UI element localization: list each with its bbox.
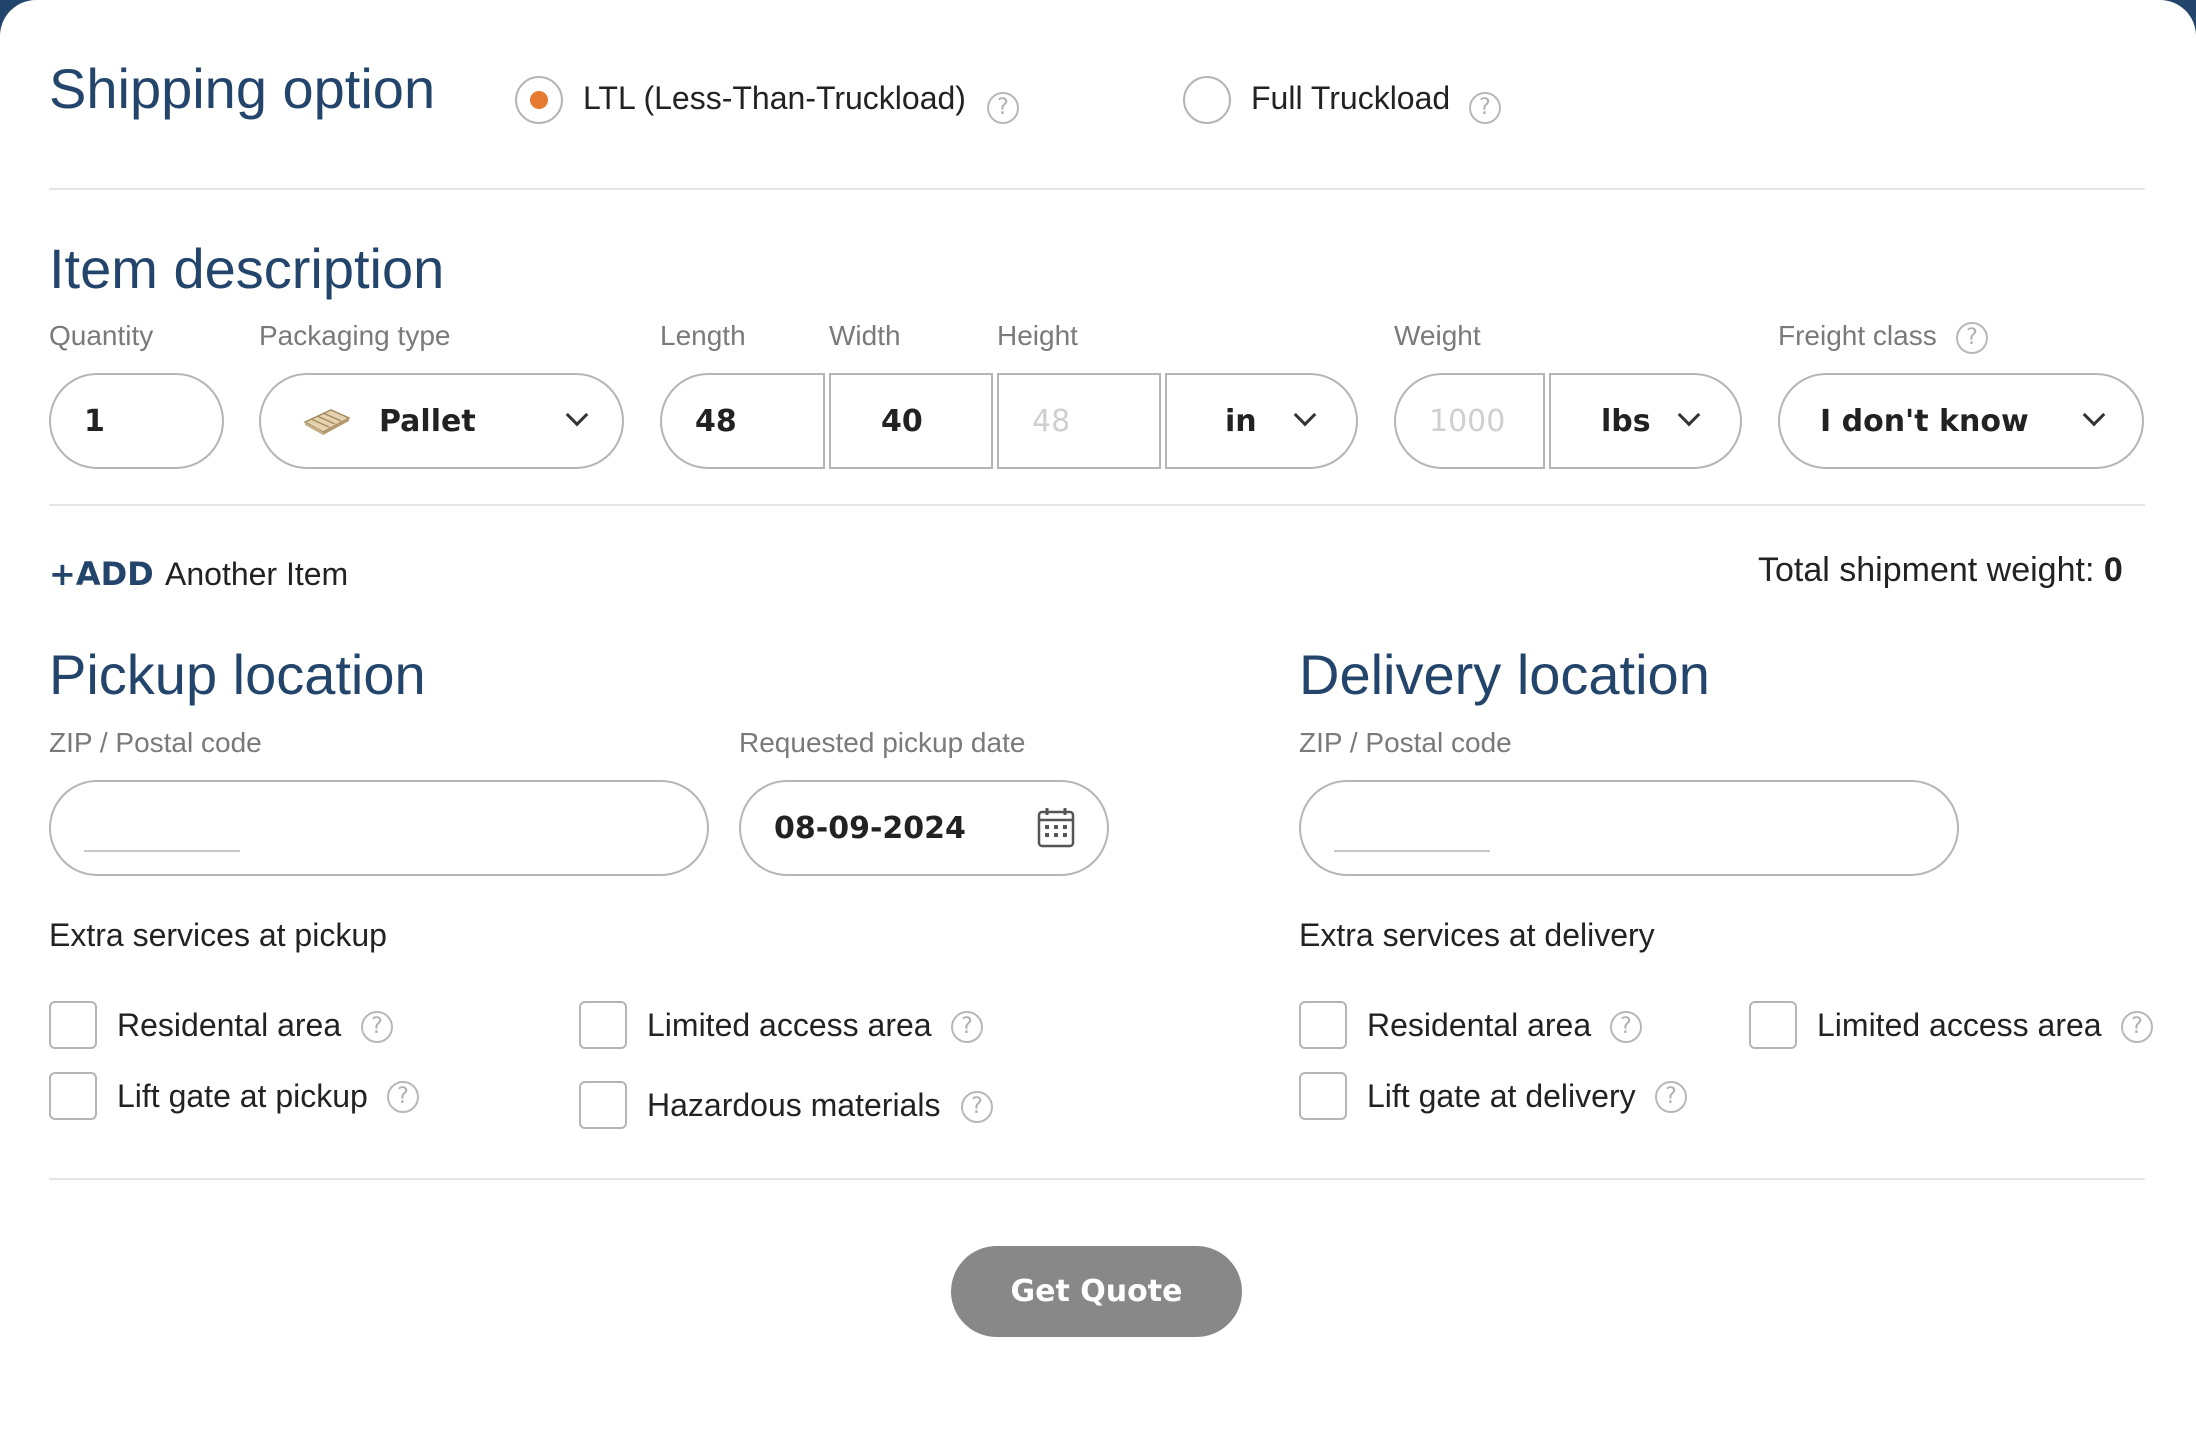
weight-input[interactable]: 1000: [1394, 373, 1545, 469]
radio-selected-dot: [530, 91, 548, 109]
height-input[interactable]: 48: [997, 373, 1161, 469]
chevron-down-icon: [1293, 403, 1317, 427]
freight-class-select[interactable]: I don't know: [1778, 373, 2144, 469]
pickup-date-input[interactable]: 08-09-2024: [739, 780, 1109, 876]
add-item-text[interactable]: Another Item: [165, 558, 348, 590]
radio-full-truckload-label: Full Truckload: [1251, 80, 1451, 116]
pickup-hazardous-label: Hazardous materials: [647, 1087, 941, 1123]
input-underline: [1334, 850, 1490, 852]
checkbox-pickup-lift-gate[interactable]: [49, 1072, 97, 1120]
pickup-residental-label: Residental area: [117, 1007, 342, 1043]
length-label: Length: [660, 320, 746, 351]
pickup-lift-gate-label: Lift gate at pickup: [117, 1078, 368, 1114]
help-icon[interactable]: ?: [361, 1011, 393, 1043]
checkbox-delivery-residental[interactable]: [1299, 1001, 1347, 1049]
total-shipment-weight: Total shipment weight: 0: [1758, 553, 2123, 587]
delivery-location-title: Delivery location: [1299, 643, 1710, 706]
help-icon[interactable]: ?: [2121, 1011, 2153, 1043]
help-icon[interactable]: ?: [1956, 322, 1988, 354]
packaging-type-label: Packaging type: [259, 320, 451, 351]
packaging-type-value: Pallet: [379, 403, 476, 439]
pickup-limited-access-label: Limited access area: [647, 1007, 932, 1043]
divider: [49, 504, 2145, 506]
pickup-location-title: Pickup location: [49, 643, 426, 706]
help-icon[interactable]: ?: [951, 1011, 983, 1043]
chevron-down-icon: [565, 403, 589, 427]
weight-label: Weight: [1394, 320, 1481, 351]
delivery-zip-input[interactable]: [1299, 780, 1959, 876]
quantity-value: 1: [84, 403, 105, 439]
width-value: 40: [881, 403, 923, 439]
quote-form-card: Shipping option LTL (Less-Than-Truckload…: [0, 0, 2196, 1430]
help-icon[interactable]: ?: [1469, 92, 1501, 124]
delivery-lift-gate-label: Lift gate at delivery: [1367, 1078, 1636, 1114]
get-quote-button[interactable]: Get Quote: [951, 1246, 1242, 1337]
weight-unit-select[interactable]: lbs: [1549, 373, 1742, 469]
help-icon[interactable]: ?: [1655, 1081, 1687, 1113]
checkbox-pickup-hazardous[interactable]: [579, 1081, 627, 1129]
delivery-limited-access-label: Limited access area: [1817, 1007, 2102, 1043]
quantity-label: Quantity: [49, 320, 154, 351]
radio-ltl[interactable]: [515, 76, 563, 124]
divider: [49, 188, 2145, 190]
freight-class-value: I don't know: [1820, 403, 2029, 439]
quantity-input[interactable]: 1: [49, 373, 224, 469]
radio-full-truckload[interactable]: [1183, 76, 1231, 124]
calendar-icon[interactable]: [1037, 806, 1075, 856]
pickup-zip-input[interactable]: [49, 780, 709, 876]
width-input[interactable]: 40: [829, 373, 993, 469]
help-icon[interactable]: ?: [1610, 1011, 1642, 1043]
item-description-title: Item description: [49, 237, 445, 300]
help-icon[interactable]: ?: [987, 92, 1019, 124]
shipping-option-title: Shipping option: [49, 57, 436, 120]
length-input[interactable]: 48: [660, 373, 825, 469]
checkbox-pickup-residental[interactable]: [49, 1001, 97, 1049]
divider: [49, 1178, 2145, 1180]
total-weight-label: Total shipment weight:: [1758, 551, 2104, 589]
height-placeholder: 48: [1032, 403, 1071, 439]
packaging-type-select[interactable]: Pallet: [259, 373, 624, 469]
pickup-extra-services-title: Extra services at pickup: [49, 917, 387, 953]
help-icon[interactable]: ?: [387, 1081, 419, 1113]
pickup-date-label: Requested pickup date: [739, 727, 1026, 758]
chevron-down-icon: [1677, 403, 1701, 427]
delivery-extra-services-title: Extra services at delivery: [1299, 917, 1655, 953]
width-label: Width: [829, 320, 901, 351]
dimension-unit-value: in: [1225, 403, 1257, 439]
radio-ltl-label: LTL (Less-Than-Truckload): [583, 80, 966, 116]
total-weight-value: 0: [2103, 551, 2123, 589]
weight-placeholder: 1000: [1429, 403, 1506, 439]
weight-unit-value: lbs: [1601, 403, 1651, 439]
pickup-zip-label: ZIP / Postal code: [49, 727, 262, 758]
checkbox-delivery-lift-gate[interactable]: [1299, 1072, 1347, 1120]
dimension-unit-select[interactable]: in: [1165, 373, 1358, 469]
input-underline: [84, 850, 240, 852]
help-icon[interactable]: ?: [961, 1091, 993, 1123]
delivery-residental-label: Residental area: [1367, 1007, 1592, 1043]
checkbox-delivery-limited-access[interactable]: [1749, 1001, 1797, 1049]
length-value: 48: [695, 403, 737, 439]
add-item-button[interactable]: +ADD: [49, 558, 154, 590]
chevron-down-icon: [2082, 403, 2106, 427]
pickup-date-value: 08-09-2024: [774, 810, 966, 846]
freight-class-label: Freight class: [1778, 320, 1937, 351]
delivery-zip-label: ZIP / Postal code: [1299, 727, 1512, 758]
pallet-icon: [301, 406, 353, 436]
checkbox-pickup-limited-access[interactable]: [579, 1001, 627, 1049]
height-label: Height: [997, 320, 1078, 351]
